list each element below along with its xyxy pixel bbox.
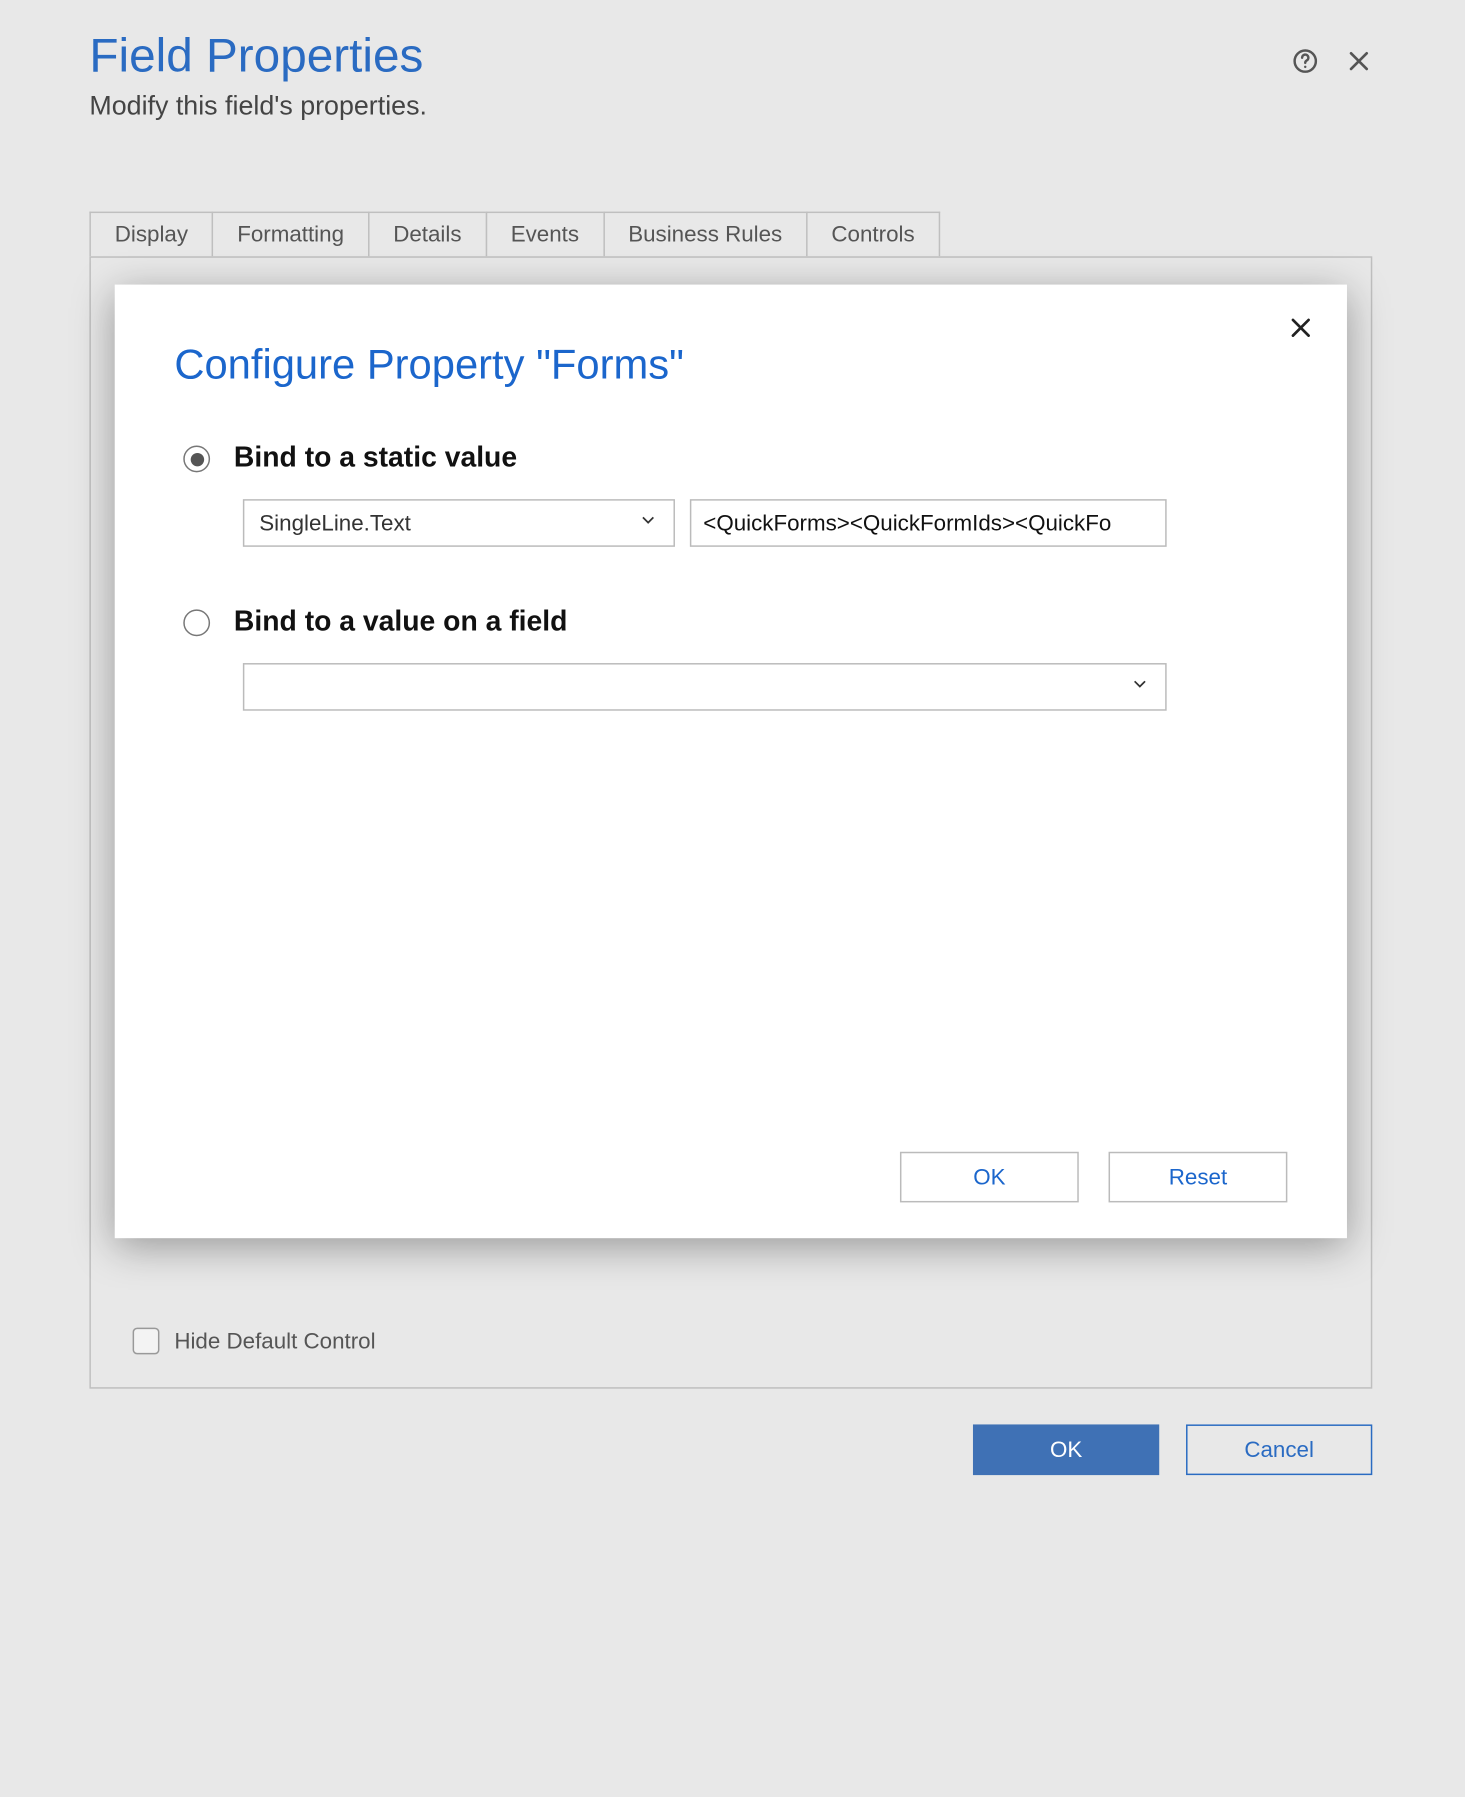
hide-default-checkbox[interactable]: [133, 1328, 160, 1355]
tab-business-rules[interactable]: Business Rules: [603, 212, 808, 257]
radio-bind-static[interactable]: [183, 446, 210, 473]
static-type-select[interactable]: SingleLine.Text: [243, 499, 675, 547]
tab-display[interactable]: Display: [89, 212, 213, 257]
page-subtitle: Modify this field's properties.: [89, 91, 427, 122]
help-icon[interactable]: [1292, 48, 1319, 75]
static-value-input[interactable]: <QuickForms><QuickFormIds><QuickFo: [690, 499, 1167, 547]
tab-panel: Hide Default Control Configure Property …: [89, 257, 1372, 1389]
close-icon[interactable]: [1345, 48, 1372, 75]
configure-property-modal: Configure Property "Forms" Bind to a sta…: [115, 285, 1347, 1239]
radio-bind-field[interactable]: [183, 610, 210, 637]
modal-close-icon[interactable]: [1287, 315, 1314, 349]
static-value-text: <QuickForms><QuickFormIds><QuickFo: [703, 511, 1111, 536]
tab-formatting[interactable]: Formatting: [212, 212, 369, 257]
radio-bind-field-label: Bind to a value on a field: [234, 607, 567, 640]
modal-reset-button[interactable]: Reset: [1109, 1152, 1288, 1203]
radio-bind-static-label: Bind to a static value: [234, 443, 517, 476]
tab-controls[interactable]: Controls: [806, 212, 940, 257]
chevron-down-icon: [638, 510, 659, 537]
hide-default-label: Hide Default Control: [174, 1329, 375, 1354]
field-select[interactable]: [243, 663, 1167, 711]
page-title: Field Properties: [89, 30, 427, 82]
tab-details[interactable]: Details: [368, 212, 487, 257]
chevron-down-icon: [1129, 674, 1150, 701]
ok-button[interactable]: OK: [973, 1425, 1159, 1476]
tab-events[interactable]: Events: [485, 212, 604, 257]
dialog-header: Field Properties Modify this field's pro…: [89, 30, 1372, 123]
modal-ok-button[interactable]: OK: [900, 1152, 1079, 1203]
modal-title: Configure Property "Forms": [174, 341, 1287, 389]
static-type-select-value: SingleLine.Text: [259, 511, 411, 536]
cancel-button[interactable]: Cancel: [1186, 1425, 1372, 1476]
tabs: Display Formatting Details Events Busine…: [89, 212, 1372, 257]
